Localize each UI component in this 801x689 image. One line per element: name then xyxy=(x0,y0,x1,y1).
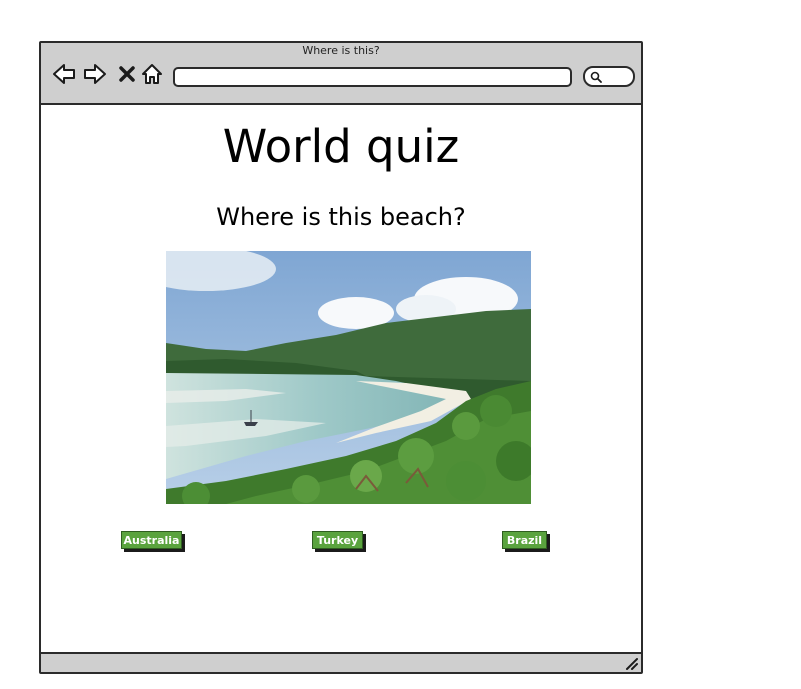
answer-button-brazil[interactable]: Brazil xyxy=(502,531,547,549)
beach-photo xyxy=(166,251,531,504)
search-icon xyxy=(590,71,602,83)
back-arrow-icon[interactable] xyxy=(52,63,76,85)
browser-toolbar: Where is this? xyxy=(41,43,641,105)
page-content: World quiz Where is this beach? Australi… xyxy=(41,105,641,652)
page-title: World quiz xyxy=(222,120,460,173)
forward-arrow-icon[interactable] xyxy=(83,63,107,85)
status-bar xyxy=(41,652,641,672)
browser-window: Where is this? World quiz Where is this … xyxy=(39,41,643,674)
quiz-question: Where is this beach? xyxy=(216,203,466,231)
answer-button-australia[interactable]: Australia xyxy=(121,531,182,549)
resize-grip-icon[interactable] xyxy=(624,656,638,670)
stop-icon[interactable] xyxy=(119,63,135,85)
answer-button-turkey[interactable]: Turkey xyxy=(312,531,363,549)
search-box[interactable] xyxy=(583,66,635,87)
window-title: Where is this? xyxy=(302,44,380,57)
address-bar[interactable] xyxy=(173,67,572,87)
home-icon[interactable] xyxy=(141,63,163,85)
